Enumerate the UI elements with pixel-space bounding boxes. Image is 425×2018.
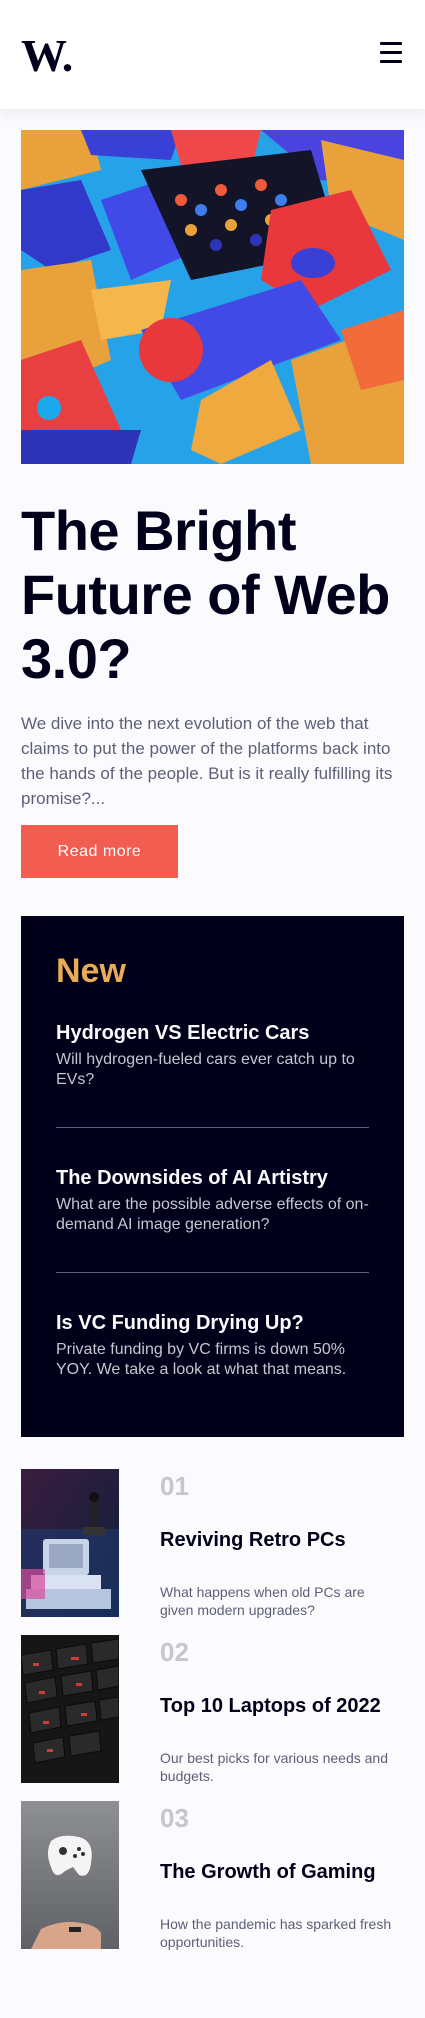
new-item-desc: What are the possible adverse effects of… xyxy=(56,1196,369,1233)
new-item-title[interactable]: Hydrogen VS Electric Cars xyxy=(56,1020,369,1046)
game-controller-image xyxy=(21,1801,119,1949)
list-item[interactable]: 01 Reviving Retro PCs What happens when … xyxy=(21,1469,404,1618)
laptop-keyboard-image xyxy=(21,1635,119,1783)
article-desc: How the pandemic has sparked fresh oppor… xyxy=(160,1916,392,1950)
read-more-button[interactable]: Read more xyxy=(21,825,178,878)
article-title[interactable]: The Growth of Gaming xyxy=(160,1861,376,1884)
hamburger-menu-icon xyxy=(380,42,402,45)
hero-title: The Bright Future of Web 3.0? xyxy=(21,499,390,690)
hero-summary: We dive into the next evolution of the w… xyxy=(21,714,393,808)
new-item[interactable]: Is VC Funding Drying Up? Private funding… xyxy=(56,1310,369,1380)
hero-image xyxy=(21,130,404,464)
article-thumbnail[interactable] xyxy=(21,1801,119,1949)
new-heading: New xyxy=(56,952,126,990)
article-thumbnail[interactable] xyxy=(21,1469,119,1617)
list-item[interactable]: 02 Top 10 Laptops of 2022 Our best picks… xyxy=(21,1635,404,1784)
article-number: 01 xyxy=(160,1471,189,1501)
divider xyxy=(56,1272,369,1273)
new-item-desc: Private funding by VC firms is down 50% … xyxy=(56,1341,347,1378)
article-number: 02 xyxy=(160,1637,189,1667)
article-number: 03 xyxy=(160,1803,189,1833)
new-item[interactable]: The Downsides of AI Artistry What are th… xyxy=(56,1165,369,1235)
article-desc: What happens when old PCs are given mode… xyxy=(160,1584,365,1618)
new-articles-panel: New Hydrogen VS Electric Cars Will hydro… xyxy=(21,916,404,1437)
site-logo[interactable]: W. xyxy=(21,29,73,82)
retro-pc-image xyxy=(21,1469,119,1617)
article-thumbnail[interactable] xyxy=(21,1635,119,1783)
new-item-title[interactable]: The Downsides of AI Artistry xyxy=(56,1165,369,1191)
new-item-desc: Will hydrogen-fueled cars ever catch up … xyxy=(56,1051,355,1088)
article-title[interactable]: Reviving Retro PCs xyxy=(160,1529,346,1552)
abstract-3d-blocks-image xyxy=(21,130,404,464)
new-item[interactable]: Hydrogen VS Electric Cars Will hydrogen-… xyxy=(56,1020,369,1090)
new-item-title[interactable]: Is VC Funding Drying Up? xyxy=(56,1310,369,1336)
divider xyxy=(56,1127,369,1128)
menu-button[interactable] xyxy=(378,42,405,66)
article-title[interactable]: Top 10 Laptops of 2022 xyxy=(160,1695,381,1718)
top-bar: W. xyxy=(0,0,425,109)
list-item[interactable]: 03 The Growth of Gaming How the pandemic… xyxy=(21,1801,404,1950)
article-desc: Our best picks for various needs and bud… xyxy=(160,1750,389,1784)
